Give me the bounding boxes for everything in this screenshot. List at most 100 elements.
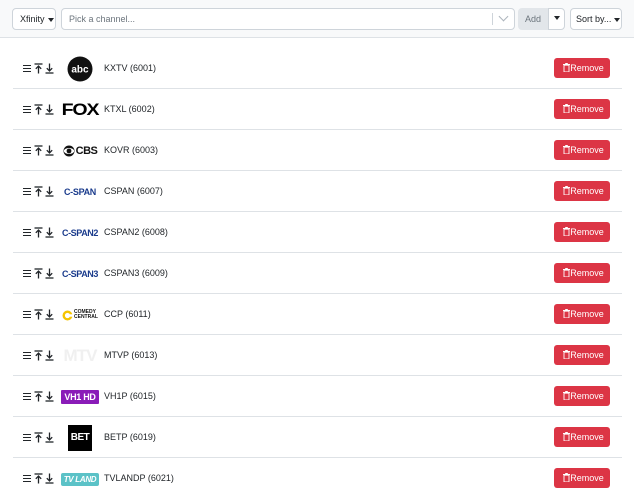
remove-label: Remove: [570, 227, 604, 237]
move-to-top-icon[interactable]: [34, 63, 43, 74]
provider-dropdown[interactable]: Xfinity: [12, 8, 56, 30]
channel-name: MTVP (6013): [104, 350, 158, 360]
remove-button[interactable]: Remove: [554, 427, 610, 447]
move-to-bottom-icon[interactable]: [45, 432, 54, 443]
remove-button[interactable]: Remove: [554, 140, 610, 160]
sort-label: Sort by...: [576, 14, 612, 24]
trash-icon: [563, 350, 570, 359]
row-handles: [23, 309, 54, 321]
drag-handle-icon[interactable]: [23, 104, 32, 115]
trash-icon: [563, 145, 570, 154]
drag-handle-icon[interactable]: [23, 186, 32, 197]
remove-button[interactable]: Remove: [554, 263, 610, 283]
channel-row: VH1 HD VH1P (6015) Remove: [13, 376, 622, 417]
channel-name: CSPAN2 (6008): [104, 227, 168, 237]
channel-name: BETP (6019): [104, 432, 156, 442]
drag-handle-icon[interactable]: [23, 227, 32, 238]
move-to-bottom-icon[interactable]: [45, 186, 54, 197]
tvland-logo: TV LAND: [60, 467, 100, 491]
remove-label: Remove: [570, 186, 604, 196]
move-to-top-icon[interactable]: [34, 309, 43, 320]
vh1-logo-text: VH1 HD: [61, 390, 99, 404]
row-handles: [23, 350, 54, 362]
remove-label: Remove: [570, 104, 604, 114]
remove-button[interactable]: Remove: [554, 222, 610, 242]
remove-label: Remove: [570, 268, 604, 278]
mtv-logo-text: MTV: [63, 346, 98, 365]
channel-row: TV LAND TVLANDP (6021) Remove: [13, 458, 622, 499]
move-to-top-icon[interactable]: [34, 145, 43, 156]
move-to-top-icon[interactable]: [34, 227, 43, 238]
move-to-bottom-icon[interactable]: [45, 104, 54, 115]
move-to-top-icon[interactable]: [34, 473, 43, 484]
remove-label: Remove: [570, 350, 604, 360]
sort-dropdown[interactable]: Sort by...: [570, 8, 622, 30]
move-to-bottom-icon[interactable]: [45, 391, 54, 402]
cspan2-logo-text: C-SPAN2: [61, 228, 99, 238]
drag-handle-icon[interactable]: [23, 391, 32, 402]
remove-button[interactable]: Remove: [554, 345, 610, 365]
move-to-bottom-icon[interactable]: [45, 350, 54, 361]
remove-button[interactable]: Remove: [554, 304, 610, 324]
move-to-bottom-icon[interactable]: [45, 268, 54, 279]
trash-icon: [563, 391, 570, 400]
remove-label: Remove: [570, 309, 604, 319]
drag-handle-icon[interactable]: [23, 350, 32, 361]
remove-label: Remove: [570, 63, 604, 73]
move-to-bottom-icon[interactable]: [45, 473, 54, 484]
drag-handle-icon[interactable]: [23, 473, 32, 484]
remove-button[interactable]: Remove: [554, 386, 610, 406]
chevron-down-icon[interactable]: [498, 11, 509, 22]
move-to-bottom-icon[interactable]: [45, 309, 54, 320]
trash-icon: [563, 432, 570, 441]
drag-handle-icon[interactable]: [23, 309, 32, 320]
channel-name: CCP (6011): [104, 309, 151, 319]
comedy-central-logo: COMEDY CENTRAL: [61, 303, 99, 327]
channel-row: FOX KTXL (6002) Remove: [13, 89, 622, 130]
remove-button[interactable]: Remove: [554, 58, 610, 78]
move-to-top-icon[interactable]: [34, 391, 43, 402]
add-button[interactable]: Add: [518, 8, 548, 30]
drag-handle-icon[interactable]: [23, 63, 32, 74]
channel-row: COMEDY CENTRAL CCP (6011) Remove: [13, 294, 622, 335]
abc-logo: ABC: [61, 56, 99, 82]
channel-row: CBS KOVR (6003) Remove: [13, 130, 622, 171]
row-handles: [23, 104, 54, 116]
remove-label: Remove: [570, 391, 604, 401]
remove-button[interactable]: Remove: [554, 181, 610, 201]
move-to-bottom-icon[interactable]: [45, 63, 54, 74]
move-to-top-icon[interactable]: [34, 432, 43, 443]
channel-picker[interactable]: Pick a channel...: [61, 8, 515, 30]
channel-row: C-SPAN3 CSPAN3 (6009) Remove: [13, 253, 622, 294]
row-handles: [23, 186, 54, 198]
move-to-top-icon[interactable]: [34, 186, 43, 197]
row-handles: [23, 432, 54, 444]
channel-name: CSPAN (6007): [104, 186, 163, 196]
channel-row: C-SPAN CSPAN (6007) Remove: [13, 171, 622, 212]
move-to-top-icon[interactable]: [34, 350, 43, 361]
drag-handle-icon[interactable]: [23, 145, 32, 156]
cspan2-logo: C-SPAN2: [61, 221, 99, 245]
channel-name: KXTV (6001): [104, 63, 157, 73]
row-handles: [23, 63, 54, 75]
trash-icon: [563, 473, 570, 482]
trash-icon: [563, 104, 570, 113]
remove-button[interactable]: Remove: [554, 468, 610, 488]
trash-icon: [563, 227, 570, 236]
move-to-top-icon[interactable]: [34, 268, 43, 279]
row-handles: [23, 473, 54, 485]
cbs-logo-text: CBS: [75, 145, 98, 157]
cbs-eye-icon: [63, 145, 75, 157]
add-options-toggle[interactable]: [548, 8, 565, 30]
trash-icon: [563, 186, 570, 195]
remove-label: Remove: [570, 473, 604, 483]
move-to-bottom-icon[interactable]: [45, 145, 54, 156]
drag-handle-icon[interactable]: [23, 268, 32, 279]
move-to-top-icon[interactable]: [34, 104, 43, 115]
row-handles: [23, 145, 54, 157]
remove-button[interactable]: Remove: [554, 99, 610, 119]
move-to-bottom-icon[interactable]: [45, 227, 54, 238]
cbs-logo: CBS: [61, 139, 99, 163]
cspan3-logo: C-SPAN3: [61, 262, 99, 286]
drag-handle-icon[interactable]: [23, 432, 32, 443]
